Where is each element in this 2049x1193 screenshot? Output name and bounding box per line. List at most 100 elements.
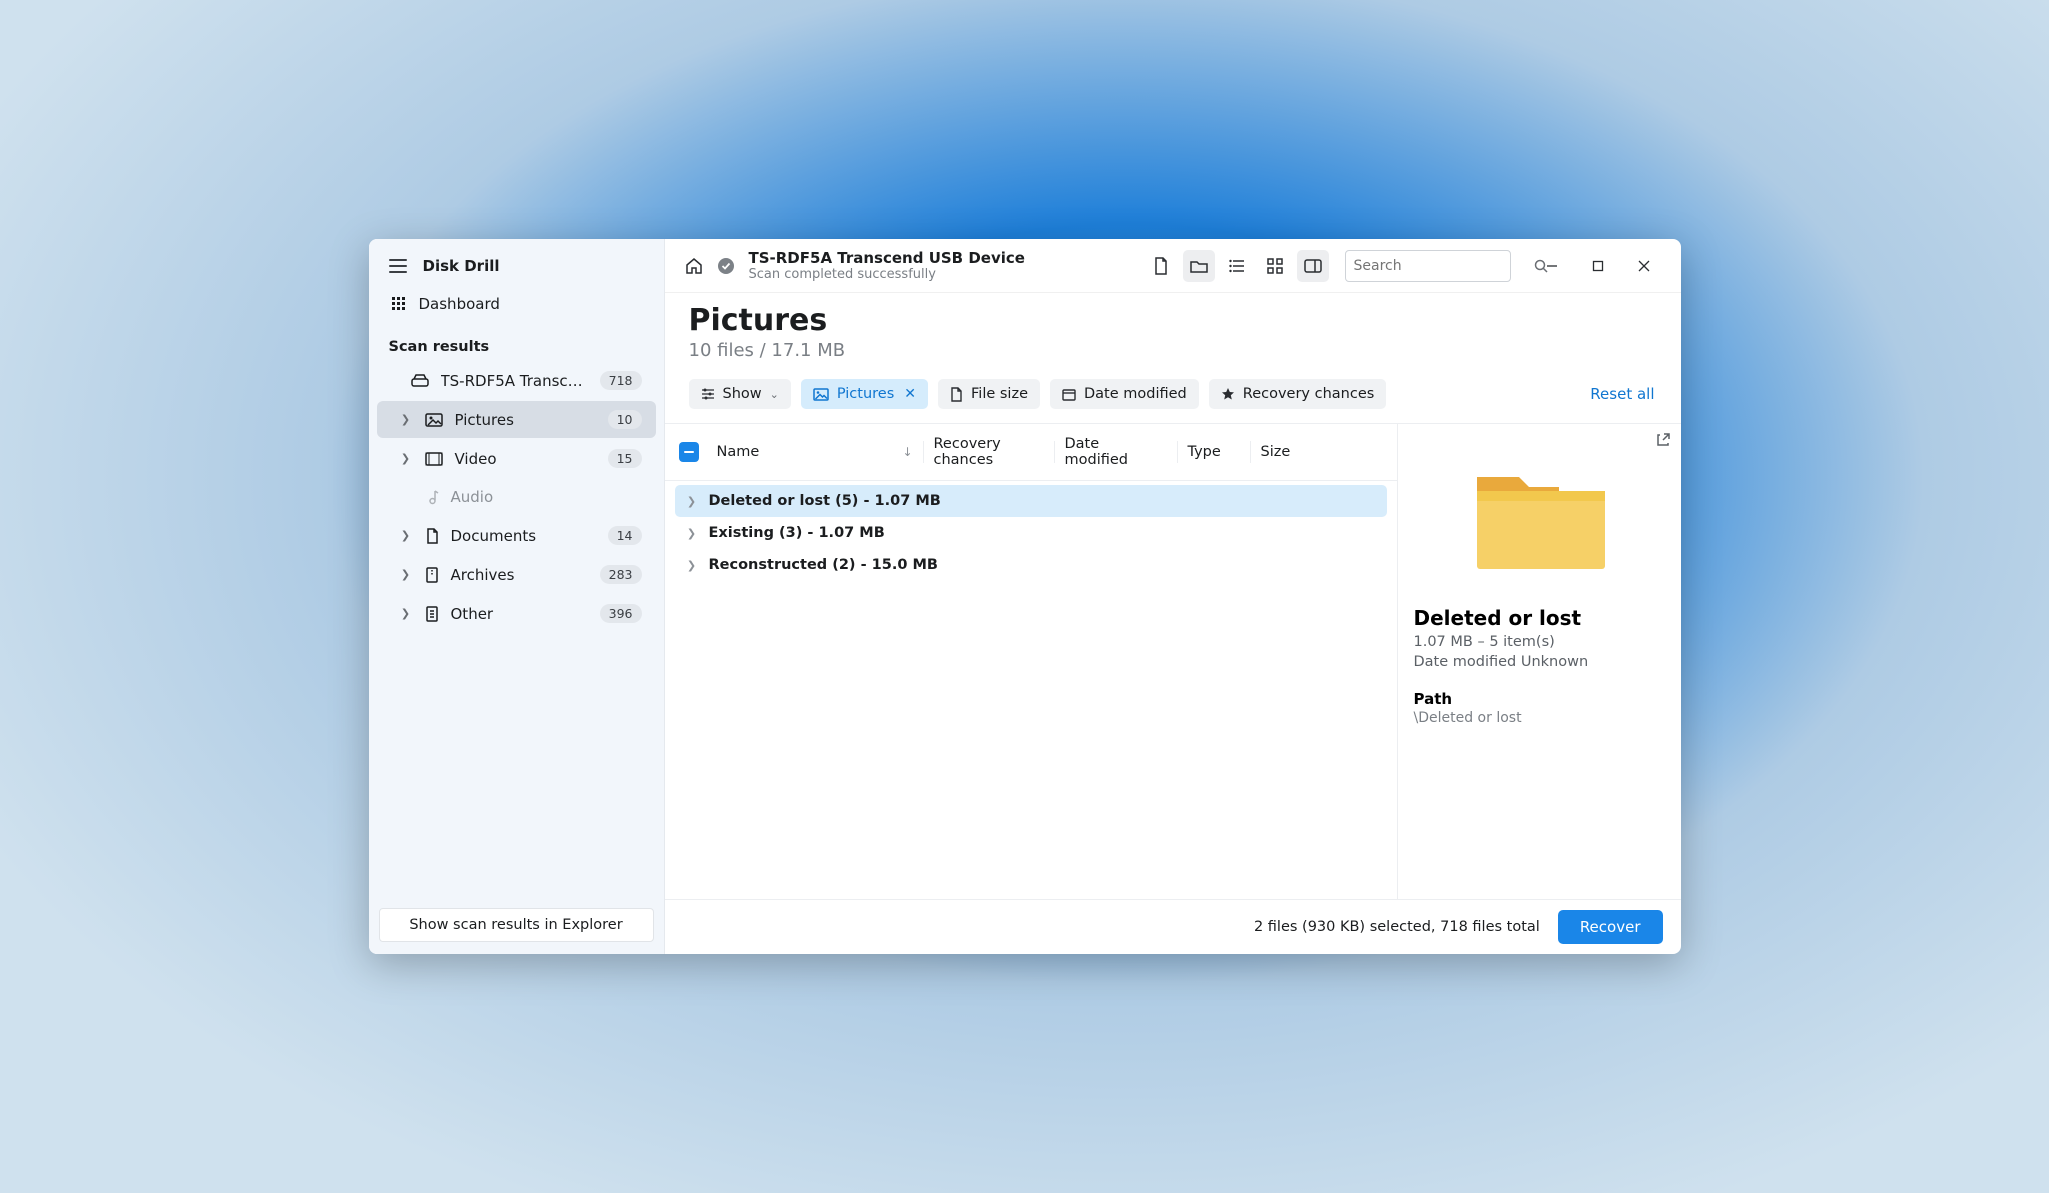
selection-status: 2 files (930 KB) selected, 718 files tot… (1254, 919, 1540, 935)
toggle-panel-icon[interactable] (1297, 250, 1329, 282)
hamburger-icon[interactable] (389, 259, 407, 273)
filter-show-button[interactable]: Show ⌄ (689, 379, 791, 409)
sidebar-item-video[interactable]: ❯ Video 15 (377, 440, 656, 477)
maximize-button[interactable] (1575, 250, 1621, 282)
app-title: Disk Drill (423, 257, 500, 275)
sidebar-item-other[interactable]: ❯ Other 396 (377, 595, 656, 632)
filter-pictures-chip[interactable]: Pictures ✕ (801, 379, 928, 409)
close-button[interactable] (1621, 250, 1667, 282)
other-icon (425, 606, 439, 622)
chevron-down-icon: ⌄ (770, 388, 779, 401)
sidebar-footer: Show scan results in Explorer (369, 896, 664, 954)
pop-out-icon[interactable] (1655, 432, 1671, 448)
sidebar-item-label: Video (455, 450, 497, 468)
view-list-icon[interactable] (1221, 250, 1253, 282)
sidebar-item-label: Other (451, 605, 494, 623)
sidebar-item-dashboard[interactable]: Dashboard (377, 286, 656, 322)
column-date[interactable]: Date modified (1055, 432, 1177, 472)
picture-icon (813, 388, 829, 401)
chip-label: Show (723, 386, 762, 402)
home-icon[interactable] (685, 257, 703, 275)
chip-label: Recovery chances (1243, 386, 1375, 402)
table-area: Name ↓ Recovery chances Date modified Ty… (665, 424, 1397, 899)
search-box[interactable] (1345, 250, 1511, 282)
group-row-reconstructed[interactable]: ❯ Reconstructed (2) - 15.0 MB (675, 549, 1387, 581)
chevron-right-icon: ❯ (399, 452, 413, 465)
search-input[interactable] (1354, 258, 1528, 274)
chevron-right-icon: ❯ (399, 413, 413, 426)
audio-icon (425, 489, 439, 505)
window-controls (1529, 250, 1667, 282)
picture-icon (425, 413, 443, 427)
titlebar-left: TS-RDF5A Transcend USB Device Scan compl… (685, 249, 1025, 282)
details-date-line: Date modified Unknown (1414, 654, 1665, 670)
view-file-icon[interactable] (1145, 250, 1177, 282)
document-icon (425, 528, 439, 544)
sidebar-item-archives[interactable]: ❯ Archives 283 (377, 556, 656, 593)
sidebar: Disk Drill Dashboard Scan results TS-RDF… (369, 239, 665, 954)
details-size-line: 1.07 MB – 5 item(s) (1414, 634, 1665, 650)
titlebar: TS-RDF5A Transcend USB Device Scan compl… (665, 239, 1681, 293)
column-type[interactable]: Type (1178, 440, 1250, 464)
star-icon (1221, 387, 1235, 401)
table-header: Name ↓ Recovery chances Date modified Ty… (665, 424, 1397, 481)
filter-date-modified[interactable]: Date modified (1050, 379, 1199, 409)
count-badge: 396 (600, 604, 642, 623)
group-row-existing[interactable]: ❯ Existing (3) - 1.07 MB (675, 517, 1387, 549)
filter-recovery-chances[interactable]: Recovery chances (1209, 379, 1387, 409)
column-label: Size (1261, 444, 1291, 460)
view-folder-icon[interactable] (1183, 250, 1215, 282)
app-window: Disk Drill Dashboard Scan results TS-RDF… (369, 239, 1681, 954)
recover-button[interactable]: Recover (1558, 910, 1663, 944)
scan-status: Scan completed successfully (749, 267, 1025, 282)
details-panel: Deleted or lost 1.07 MB – 5 item(s) Date… (1397, 424, 1681, 899)
page-subtitle: 10 files / 17.1 MB (689, 340, 1657, 361)
folder-preview-icon (1414, 438, 1665, 598)
count-badge: 15 (608, 449, 642, 468)
reset-all-link[interactable]: Reset all (1590, 385, 1656, 403)
show-in-explorer-button[interactable]: Show scan results in Explorer (379, 908, 654, 942)
count-badge: 14 (608, 526, 642, 545)
chevron-right-icon: ❯ (687, 559, 697, 572)
grid-icon (391, 296, 407, 312)
sidebar-item-pictures[interactable]: ❯ Pictures 10 (377, 401, 656, 438)
column-label: Type (1188, 444, 1221, 460)
column-label: Name (717, 444, 760, 460)
sidebar-item-audio[interactable]: Audio (377, 479, 656, 515)
sidebar-item-label: Audio (451, 488, 494, 506)
filter-bar: Show ⌄ Pictures ✕ File size Date modifie… (665, 373, 1681, 424)
body-row: Name ↓ Recovery chances Date modified Ty… (665, 424, 1681, 899)
close-icon[interactable]: ✕ (904, 386, 916, 402)
chip-label: Pictures (837, 386, 894, 402)
view-grid-icon[interactable] (1259, 250, 1291, 282)
column-label: Date modified (1065, 436, 1129, 468)
chip-label: File size (971, 386, 1028, 402)
view-tools (1145, 250, 1329, 282)
sidebar-header: Disk Drill (369, 239, 664, 285)
sidebar-item-documents[interactable]: ❯ Documents 14 (377, 517, 656, 554)
sidebar-item-label: Pictures (455, 411, 514, 429)
sidebar-item-device[interactable]: TS-RDF5A Transcend US... 718 (377, 362, 656, 399)
group-label: Existing (3) - 1.07 MB (709, 525, 885, 541)
select-all-checkbox[interactable] (679, 442, 699, 462)
column-name[interactable]: Name ↓ (707, 440, 923, 464)
details-path-label: Path (1414, 690, 1665, 708)
sidebar-item-label: Dashboard (419, 295, 500, 313)
details-path: \Deleted or lost (1414, 710, 1665, 726)
column-label: Recovery chances (934, 436, 1001, 468)
table-body: ❯ Deleted or lost (5) - 1.07 MB ❯ Existi… (665, 481, 1397, 899)
content-header: Pictures 10 files / 17.1 MB (665, 293, 1681, 373)
sort-arrow-icon: ↓ (902, 445, 912, 459)
details-title: Deleted or lost (1414, 606, 1665, 630)
column-size[interactable]: Size (1251, 440, 1311, 464)
chevron-right-icon: ❯ (399, 568, 413, 581)
column-recovery[interactable]: Recovery chances (924, 432, 1054, 472)
minimize-button[interactable] (1529, 250, 1575, 282)
count-badge: 10 (608, 410, 642, 429)
count-badge: 718 (600, 371, 642, 390)
group-row-deleted[interactable]: ❯ Deleted or lost (5) - 1.07 MB (675, 485, 1387, 517)
titlebar-titles: TS-RDF5A Transcend USB Device Scan compl… (749, 249, 1025, 282)
filter-file-size[interactable]: File size (938, 379, 1040, 409)
sidebar-item-label: Archives (451, 566, 515, 584)
sidebar-section-label: Scan results (369, 323, 664, 361)
